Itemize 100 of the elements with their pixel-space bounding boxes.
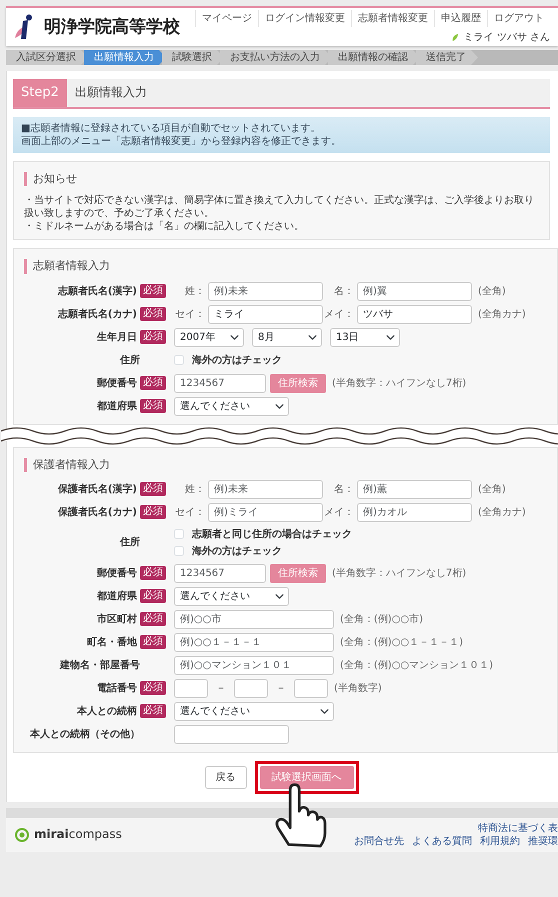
input-field[interactable]: 1234567 xyxy=(174,374,266,393)
input-field[interactable]: 例)未来 xyxy=(208,480,323,499)
field-note: (全角：(例)○○市) xyxy=(340,612,424,626)
info-text: 画面上部のメニュー「志願者情報変更」から登録内容を修正できます。 xyxy=(21,135,342,148)
field-label: 電話番号 xyxy=(97,682,137,695)
required-badge: 必須 xyxy=(140,612,166,626)
nav-link[interactable]: ログイン情報変更 xyxy=(258,10,351,27)
name-prefix-label: 名： xyxy=(333,482,355,496)
field-note: (全角) xyxy=(478,284,506,298)
input-field[interactable]: ミライ xyxy=(208,304,323,324)
checkbox-label: 海外の方はチェック xyxy=(192,354,282,367)
back-button[interactable]: 戻る xyxy=(204,766,246,789)
input-field[interactable]: 例)カオル xyxy=(357,502,472,522)
footer-link[interactable]: よくある質問 xyxy=(412,834,472,848)
checkbox[interactable] xyxy=(174,529,184,540)
field-label: 保護者氏名(漢字) xyxy=(58,482,137,496)
section-heading: お知らせ xyxy=(24,172,543,186)
required-badge: 必須 xyxy=(140,284,166,298)
field-note: (半角数字：ハイフンなし7桁) xyxy=(332,566,466,580)
field-note: (半角数字：ハイフンなし7桁) xyxy=(332,376,466,390)
required-badge: 必須 xyxy=(140,482,166,496)
field-label: 本人との続柄（その他） xyxy=(30,728,140,741)
input-field[interactable]: 例)○○マンション１０１ xyxy=(174,656,334,675)
select-field[interactable]: 8月 xyxy=(252,328,322,347)
input-field[interactable] xyxy=(294,678,328,698)
field-label: 住所 xyxy=(120,536,140,550)
logo-icon xyxy=(14,826,30,843)
footer-link[interactable]: 推奨環 xyxy=(528,834,558,848)
field-note: (半角数字) xyxy=(334,682,382,695)
notice-text: ・当サイトで対応できない漢字は、簡易字体に置き換えて入力してください。正式な漢字は、ご入学後よりお取り扱い致しますので、予めご了承ください。 xyxy=(24,194,535,220)
input-field[interactable]: 例)翼 xyxy=(357,282,472,301)
required-badge: 必須 xyxy=(140,566,166,580)
input-field[interactable]: 例)○○市 xyxy=(174,610,334,629)
field-label: 生年月日 xyxy=(97,330,137,344)
input-field[interactable]: 例)未来 xyxy=(208,282,323,301)
field-label: 志願者氏名(カナ) xyxy=(58,308,137,321)
required-badge: 必須 xyxy=(140,681,166,696)
nav-link[interactable]: 志願者情報変更 xyxy=(351,10,434,27)
input-field[interactable]: 例)ミライ xyxy=(208,502,323,522)
name-prefix-label: 名： xyxy=(333,284,355,298)
section-heading: 志願者情報入力 xyxy=(24,259,551,274)
input-field[interactable]: 1234567 xyxy=(174,564,266,583)
input-field[interactable]: 例)薫 xyxy=(357,480,472,499)
name-prefix-label: セイ： xyxy=(174,308,206,321)
footer-link[interactable]: 利用規約 xyxy=(480,834,520,848)
notice-text: ・ミドルネームがある場合は「名」の欄に記入してください。 xyxy=(24,220,305,234)
field-label: 建物名・部屋番号 xyxy=(60,658,140,672)
nav-link[interactable]: ログアウト xyxy=(487,10,550,27)
required-badge: 必須 xyxy=(140,376,166,390)
input-field[interactable] xyxy=(174,678,208,698)
input-field[interactable]: ツバサ xyxy=(357,304,472,324)
section-heading: 保護者情報入力 xyxy=(24,458,551,472)
required-badge: 必須 xyxy=(140,704,166,718)
field-label: 町名・番地 xyxy=(87,636,137,649)
select-field[interactable]: 選んでください xyxy=(174,396,289,416)
nav-link[interactable]: マイページ xyxy=(195,10,258,27)
input-field[interactable] xyxy=(234,678,268,698)
required-badge: 必須 xyxy=(140,505,166,520)
input-field[interactable] xyxy=(174,724,289,744)
field-label: 住所 xyxy=(120,354,140,367)
name-prefix-label: セイ： xyxy=(174,506,206,519)
field-note: (全角) xyxy=(478,482,506,496)
required-badge: 必須 xyxy=(140,307,166,322)
step-label: Step2 xyxy=(13,79,67,107)
checkbox-label: 志願者と同じ住所の場合はチェック xyxy=(192,528,352,541)
field-note: (全角カナ) xyxy=(478,506,526,519)
progress-step: 送信完了 xyxy=(416,50,478,65)
name-prefix-label: メイ： xyxy=(323,308,355,321)
select-field[interactable]: 13日 xyxy=(330,328,400,347)
leaf-icon xyxy=(450,33,460,42)
required-badge: 必須 xyxy=(140,635,166,650)
input-field[interactable]: 例)○○１－１－１ xyxy=(174,632,334,652)
name-prefix-label: 姓： xyxy=(184,482,206,496)
dash-separator: － xyxy=(276,682,286,695)
field-note: (全角：(例)○○マンション１０１) xyxy=(340,658,494,672)
user-name: ミライ ツバサ さん xyxy=(464,31,550,44)
name-prefix-label: 姓： xyxy=(184,284,206,298)
select-field[interactable]: 選んでください xyxy=(174,586,289,606)
page-title: 出願情報入力 xyxy=(74,84,147,102)
name-prefix-label: メイ： xyxy=(323,506,355,519)
checkbox[interactable] xyxy=(174,546,184,556)
field-label: 郵便番号 xyxy=(97,376,137,390)
info-text: ■志願者情報に登録されている項目が自動でセットされています。 xyxy=(21,122,322,135)
select-field[interactable]: 選んでください xyxy=(174,702,334,721)
checkbox[interactable] xyxy=(174,355,184,366)
select-field[interactable]: 2007年 xyxy=(174,328,244,347)
field-label: 本人との続柄 xyxy=(77,704,137,718)
footer-link[interactable]: お問合せ先 xyxy=(354,834,404,848)
field-label: 都道府県 xyxy=(97,400,137,413)
school-name: 明浄学院高等学校 xyxy=(44,16,180,38)
required-badge: 必須 xyxy=(140,399,166,414)
footer-link[interactable]: 特商法に基づく表 xyxy=(478,822,558,835)
field-label: 保護者氏名(カナ) xyxy=(58,506,137,519)
field-label: 郵便番号 xyxy=(97,566,137,580)
checkbox-label: 海外の方はチェック xyxy=(192,544,282,558)
logo-text: miraicompass xyxy=(34,827,122,843)
field-note: (全角：(例)○○１－１－１) xyxy=(340,636,464,649)
field-label: 志願者氏名(漢字) xyxy=(58,284,137,298)
nav-link[interactable]: 申込履歴 xyxy=(434,10,487,27)
dash-separator: － xyxy=(216,682,226,695)
